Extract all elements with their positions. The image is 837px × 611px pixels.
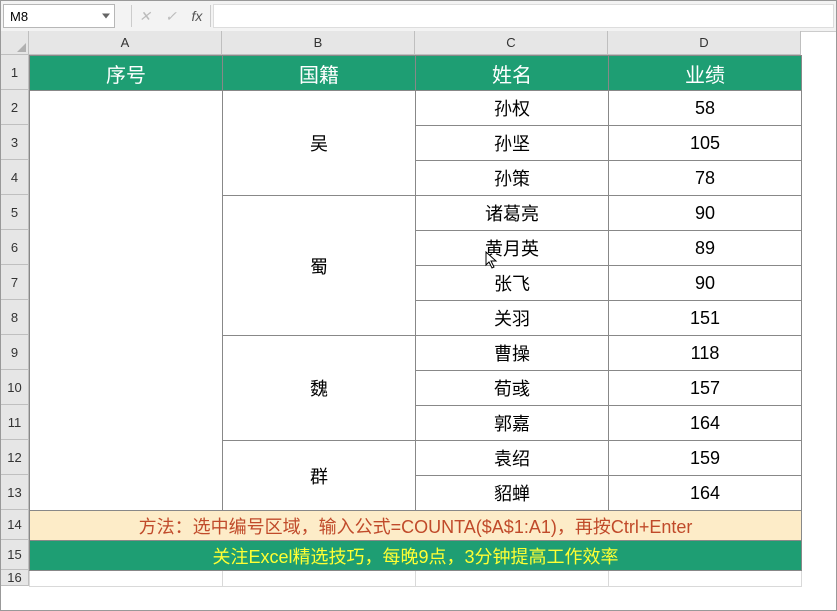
cell-name[interactable]: 诸葛亮 xyxy=(416,196,609,231)
cell-name[interactable]: 孙权 xyxy=(416,91,609,126)
cell-country[interactable]: 群 xyxy=(223,441,416,511)
cell-score[interactable]: 159 xyxy=(609,441,802,476)
chevron-down-icon[interactable] xyxy=(102,14,110,19)
cell-score[interactable]: 164 xyxy=(609,406,802,441)
cell-country[interactable]: 蜀 xyxy=(223,196,416,336)
cell-score[interactable]: 89 xyxy=(609,231,802,266)
row-header-12[interactable]: 12 xyxy=(1,440,29,475)
column-header-a[interactable]: A xyxy=(29,31,222,55)
row-header-6[interactable]: 6 xyxy=(1,230,29,265)
tip-cell[interactable]: 方法：选中编号区域，输入公式=COUNTA($A$1:A1)，再按Ctrl+En… xyxy=(30,511,802,541)
header-b[interactable]: 国籍 xyxy=(223,56,416,91)
cell-country[interactable]: 吴 xyxy=(223,91,416,196)
cell-name[interactable]: 郭嘉 xyxy=(416,406,609,441)
row-header-2[interactable]: 2 xyxy=(1,90,29,125)
fx-icon[interactable]: fx xyxy=(184,1,210,31)
name-box[interactable]: M8 xyxy=(3,4,115,28)
footer-cell[interactable]: 关注Excel精选技巧，每晚9点，3分钟提高工作效率 xyxy=(30,541,802,571)
cell-name[interactable]: 关羽 xyxy=(416,301,609,336)
header-d[interactable]: 业绩 xyxy=(609,56,802,91)
row-header-16[interactable]: 16 xyxy=(1,570,29,586)
row-header-15[interactable]: 15 xyxy=(1,540,29,570)
empty-cell[interactable] xyxy=(30,571,223,587)
cell-seq[interactable] xyxy=(30,91,223,511)
cell-score[interactable]: 157 xyxy=(609,371,802,406)
row-header-7[interactable]: 7 xyxy=(1,265,29,300)
cell-score[interactable]: 164 xyxy=(609,476,802,511)
row-header-8[interactable]: 8 xyxy=(1,300,29,335)
empty-cell[interactable] xyxy=(416,571,609,587)
confirm-icon: ✓ xyxy=(158,1,184,31)
cell-name[interactable]: 貂蝉 xyxy=(416,476,609,511)
cell-name[interactable]: 荀彧 xyxy=(416,371,609,406)
row-header-5[interactable]: 5 xyxy=(1,195,29,230)
cell-score[interactable]: 118 xyxy=(609,336,802,371)
cell-name[interactable]: 黄月英 xyxy=(416,231,609,266)
row-header-13[interactable]: 13 xyxy=(1,475,29,510)
cell-score[interactable]: 105 xyxy=(609,126,802,161)
cell-score[interactable]: 151 xyxy=(609,301,802,336)
row-header-14[interactable]: 14 xyxy=(1,510,29,540)
cell-score[interactable]: 78 xyxy=(609,161,802,196)
cell-name[interactable]: 袁绍 xyxy=(416,441,609,476)
formula-input[interactable] xyxy=(213,4,834,28)
header-c[interactable]: 姓名 xyxy=(416,56,609,91)
row-header-9[interactable]: 9 xyxy=(1,335,29,370)
row-header-1[interactable]: 1 xyxy=(1,55,29,90)
cell-score[interactable]: 90 xyxy=(609,266,802,301)
select-all-corner[interactable] xyxy=(1,31,29,55)
cancel-icon: ✕ xyxy=(132,1,158,31)
column-headers: ABCD xyxy=(29,31,801,55)
row-header-3[interactable]: 3 xyxy=(1,125,29,160)
header-a[interactable]: 序号 xyxy=(30,56,223,91)
cell-name[interactable]: 张飞 xyxy=(416,266,609,301)
cell-country[interactable]: 魏 xyxy=(223,336,416,441)
name-box-value: M8 xyxy=(10,9,28,24)
formula-bar: M8 ✕ ✓ fx xyxy=(1,1,836,32)
cell-score[interactable]: 58 xyxy=(609,91,802,126)
column-header-c[interactable]: C xyxy=(415,31,608,55)
row-header-10[interactable]: 10 xyxy=(1,370,29,405)
cell-name[interactable]: 孙坚 xyxy=(416,126,609,161)
spreadsheet-grid: ABCD 12345678910111213141516 序号国籍姓名业绩吴孙权… xyxy=(1,31,836,610)
cells-area[interactable]: 序号国籍姓名业绩吴孙权58孙坚105孙策78蜀诸葛亮90黄月英89张飞90关羽1… xyxy=(29,55,802,587)
cell-name[interactable]: 孙策 xyxy=(416,161,609,196)
empty-cell[interactable] xyxy=(609,571,802,587)
column-header-b[interactable]: B xyxy=(222,31,415,55)
row-header-11[interactable]: 11 xyxy=(1,405,29,440)
empty-cell[interactable] xyxy=(223,571,416,587)
row-headers: 12345678910111213141516 xyxy=(1,55,29,586)
cell-score[interactable]: 90 xyxy=(609,196,802,231)
column-header-d[interactable]: D xyxy=(608,31,801,55)
cell-name[interactable]: 曹操 xyxy=(416,336,609,371)
row-header-4[interactable]: 4 xyxy=(1,160,29,195)
